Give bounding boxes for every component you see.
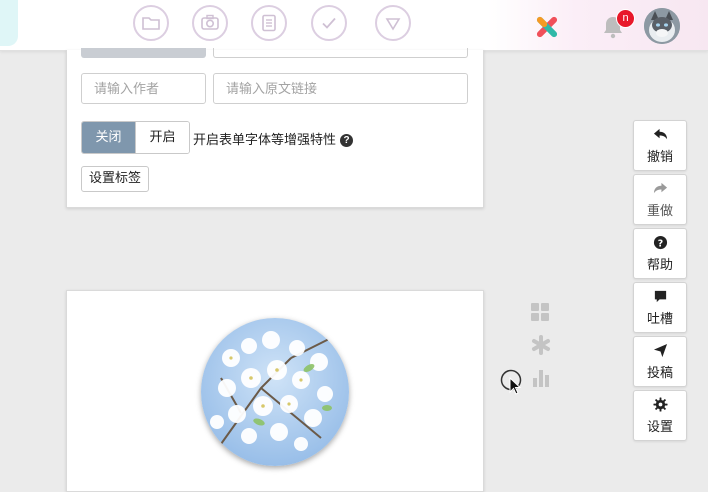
question-circle-icon[interactable]: ? [340, 134, 354, 147]
toolbar-left-accent [0, 0, 18, 46]
cover-image[interactable] [201, 318, 349, 466]
article-settings-panel: 关闭 开启 开启表单字体等增强特性? 设置标签 [66, 48, 484, 208]
top-toolbar: n [0, 0, 708, 51]
asterisk-icon[interactable] [530, 334, 552, 356]
toggle-on-option[interactable]: 开启 [135, 122, 189, 153]
set-tags-button[interactable]: 设置标签 [81, 166, 150, 192]
cover-image-panel [66, 290, 484, 492]
enhanced-features-toggle[interactable]: 关闭 开启 [81, 121, 190, 154]
submit-article-label: 投稿 [646, 366, 673, 381]
folder-icon[interactable] [133, 5, 169, 41]
help-label: 帮助 [646, 258, 673, 273]
paper-plane-icon [652, 342, 668, 358]
author-input[interactable] [81, 73, 206, 104]
speech-bubble-icon [652, 288, 668, 304]
toggle-description: 开启表单字体等增强特性? [193, 129, 354, 148]
settings-button[interactable]: 设置 [633, 390, 687, 441]
question-circle-icon: ? [652, 234, 668, 250]
app-logo[interactable] [530, 10, 564, 44]
toggle-off-option[interactable]: 关闭 [82, 122, 135, 153]
mouse-cursor [500, 369, 524, 397]
grid-icon[interactable] [529, 301, 551, 323]
toggle-description-text: 开启表单字体等增强特性 [193, 133, 337, 148]
help-button[interactable]: ? 帮助 [633, 228, 687, 279]
category-select-stub[interactable] [81, 48, 206, 58]
dropdown-triangle-icon[interactable] [375, 5, 411, 41]
submit-article-button[interactable]: 投稿 [633, 336, 687, 387]
gear-icon [652, 396, 668, 412]
document-icon[interactable] [251, 5, 287, 41]
redo-label: 重做 [646, 204, 673, 219]
undo-arrow-icon [652, 126, 668, 142]
check-icon[interactable] [311, 5, 347, 41]
avatar[interactable] [644, 8, 680, 44]
bar-chart-icon[interactable] [530, 367, 552, 389]
svg-text:?: ? [657, 238, 662, 249]
settings-label: 设置 [646, 420, 673, 435]
title-field-stub[interactable] [213, 48, 468, 58]
undo-button[interactable]: 撤销 [633, 120, 687, 171]
feedback-button[interactable]: 吐槽 [633, 282, 687, 333]
redo-button[interactable]: 重做 [633, 174, 687, 225]
notification-badge[interactable]: n [616, 9, 635, 28]
redo-arrow-icon [652, 180, 668, 196]
camera-icon[interactable] [192, 5, 228, 41]
feedback-label: 吐槽 [646, 312, 673, 327]
source-link-input[interactable] [213, 73, 468, 104]
undo-label: 撤销 [646, 150, 673, 165]
